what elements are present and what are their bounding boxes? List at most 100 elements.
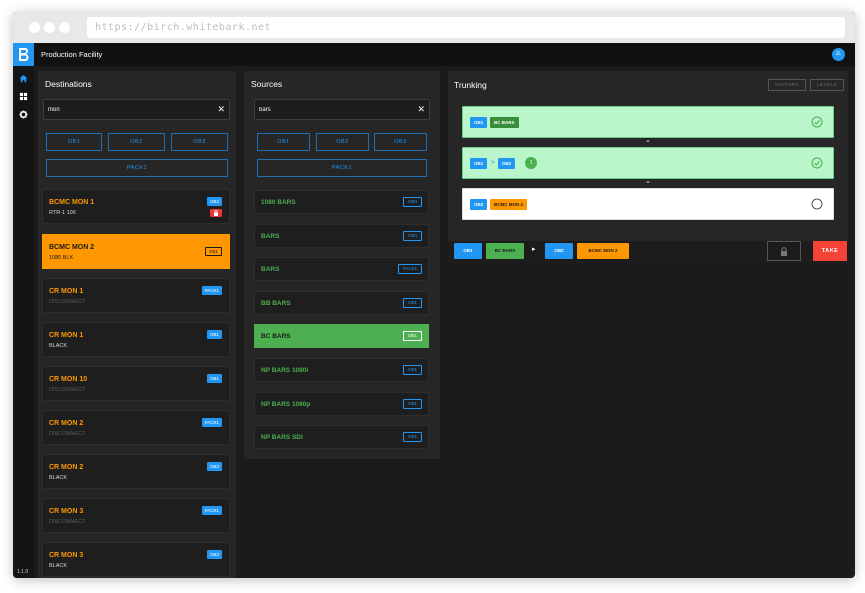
user-avatar[interactable]: JL xyxy=(832,48,845,61)
levels-button[interactable]: LEVELS xyxy=(810,79,844,91)
destination-name: CR MON 10 xyxy=(49,376,88,383)
destinations-clear-icon[interactable]: ✕ xyxy=(217,103,225,115)
destination-group-badge: OB2 xyxy=(206,197,222,206)
destination-source: DISCONNECT xyxy=(49,431,86,437)
window-dot-minimize[interactable] xyxy=(44,22,55,33)
window-dot-close[interactable] xyxy=(29,22,40,33)
destination-source: 1080 BLK xyxy=(49,255,74,261)
trunk-hop-2-to: OB2 xyxy=(498,158,516,169)
destinations-filter-pack1[interactable]: PACK1 xyxy=(46,159,228,177)
destination-source: BLACK xyxy=(49,563,68,569)
route-summary-bar: OB1 BC BARS ▸ OB2 BCMC MON 2 TAKE xyxy=(448,241,848,265)
trunk-hop-1[interactable]: OB1 BC BARS xyxy=(462,106,834,138)
source-item[interactable]: 1080 BARS OB3 xyxy=(254,190,429,214)
trunk-hop-2-from: OB1 xyxy=(470,158,488,169)
sources-filter-pack1[interactable]: PACK1 xyxy=(257,159,427,177)
trunking-panel: Trunking HISTORY LEVELS OB1 BC BARS ⌄ OB… xyxy=(448,71,848,265)
trunking-title: Trunking xyxy=(454,80,487,90)
destination-name: BCMC MON 1 xyxy=(49,199,95,206)
home-icon[interactable] xyxy=(19,74,28,83)
source-name: BC BARS xyxy=(261,333,291,341)
gear-icon[interactable] xyxy=(19,110,28,119)
destination-item[interactable]: CR MON 10 DISCONNECT OB1 xyxy=(42,366,230,401)
route-destination-group: OB2 xyxy=(545,243,573,259)
source-item[interactable]: NP BARS 1080p OB1 xyxy=(254,391,429,416)
lock-icon xyxy=(781,246,787,256)
source-name: NP BARS SDI xyxy=(261,434,303,442)
app-header: Production Facility JL xyxy=(13,43,855,66)
trunk-hop-1-source: BC BARS xyxy=(490,117,519,128)
destinations-panel: Destinations ✕ OB1 OB2 OB3 PACK1 BCMC MO… xyxy=(38,71,236,578)
destinations-filter-ob1[interactable]: OB1 xyxy=(46,133,102,151)
destination-group-badge: PACK1 xyxy=(201,286,222,295)
destination-name: CR MON 3 xyxy=(49,552,84,559)
route-destination-name: BCMC MON 2 xyxy=(577,243,629,259)
source-group-badge: PACK1 xyxy=(397,264,422,275)
app-title: Production Facility xyxy=(41,50,103,59)
source-item[interactable]: BC BARS OB1 xyxy=(254,324,429,349)
source-item[interactable]: BARS PACK1 xyxy=(254,257,429,282)
trunk-hop-2[interactable]: OB1 > OB2 1 xyxy=(462,147,834,179)
browser-chrome: https://birch.whitebark.net xyxy=(13,12,855,43)
source-item[interactable]: NP BARS 1080i OB1 xyxy=(254,358,429,382)
app-logo-icon[interactable] xyxy=(13,43,34,66)
destination-item[interactable]: CR MON 3 DISCONNECT PACK1 xyxy=(42,498,230,533)
destination-name: CR MON 2 xyxy=(49,420,84,427)
destination-item[interactable]: CR MON 3 BLACK OB2 xyxy=(42,542,230,577)
destinations-filter-ob3[interactable]: OB3 xyxy=(171,133,228,151)
sources-search-input[interactable] xyxy=(259,100,407,119)
destination-source: DISCONNECT xyxy=(49,519,86,525)
destinations-filter-ob2[interactable]: OB2 xyxy=(108,133,165,151)
source-group-badge: OB1 xyxy=(402,297,422,308)
destination-name: BCMC MON 2 xyxy=(49,244,95,251)
destination-item[interactable]: CR MON 1 DISCONNECT PACK1 xyxy=(42,278,230,313)
check-circle-icon xyxy=(811,157,823,169)
trunk-hop-1-group: OB1 xyxy=(470,117,488,128)
chevron-down-icon: ⌄ xyxy=(645,178,651,185)
sources-filter-ob3[interactable]: OB3 xyxy=(374,133,427,151)
lock-icon xyxy=(210,209,222,217)
destinations-search: ✕ xyxy=(43,99,230,120)
destination-group-badge: OB1 xyxy=(206,374,222,383)
destination-item[interactable]: CR MON 2 DISCONNECT PACK1 xyxy=(42,410,230,445)
trunk-hop-3-group: OB2 xyxy=(470,199,488,210)
destination-name: CR MON 1 xyxy=(49,288,84,295)
sources-filter-ob2[interactable]: OB2 xyxy=(316,133,369,151)
destination-item[interactable]: CR MON 2 BLACK OB2 xyxy=(42,454,230,489)
destination-item[interactable]: CR MON 1 BLACK OB1 xyxy=(42,322,230,357)
sources-clear-icon[interactable]: ✕ xyxy=(417,103,425,115)
destination-group-badge: OB2 xyxy=(206,550,222,559)
destinations-search-input[interactable] xyxy=(48,100,206,119)
source-item[interactable]: NP BARS SDI OB1 xyxy=(254,425,429,450)
destination-group-badge: OB1 xyxy=(204,247,222,256)
destination-source: DISCONNECT xyxy=(49,387,86,393)
grid-icon[interactable] xyxy=(19,92,28,101)
trunk-hop-3-destination: BCMC MON 2 xyxy=(490,199,527,210)
history-button[interactable]: HISTORY xyxy=(768,79,806,91)
source-name: NP BARS 1080p xyxy=(261,400,311,408)
destination-group-badge: OB1 xyxy=(206,330,222,339)
source-group-badge: OB1 xyxy=(402,398,422,409)
destination-group-badge: OB2 xyxy=(206,462,222,471)
address-bar[interactable]: https://birch.whitebark.net xyxy=(87,17,845,38)
source-item[interactable]: BB BARS OB1 xyxy=(254,290,429,315)
sources-filter-ob1[interactable]: OB1 xyxy=(257,133,310,151)
empty-circle-icon xyxy=(811,198,823,210)
source-item[interactable]: BARS OB3 xyxy=(254,223,429,248)
route-arrow-icon: ▸ xyxy=(532,246,536,253)
route-source-name: BC BARS xyxy=(486,243,524,259)
source-name: 1080 BARS xyxy=(261,199,296,206)
destination-source: BLACK xyxy=(49,475,68,481)
route-source-group: OB1 xyxy=(454,243,482,259)
trunk-hop-3[interactable]: OB2 BCMC MON 2 xyxy=(462,188,834,220)
lock-button[interactable] xyxy=(767,241,801,261)
take-button[interactable]: TAKE xyxy=(813,241,847,261)
destination-item[interactable]: BCMC MON 1 RTR-1 106 OB2 xyxy=(42,189,230,224)
destination-source: DISCONNECT xyxy=(49,299,86,305)
destination-name: CR MON 3 xyxy=(49,508,84,515)
source-name: NP BARS 1080i xyxy=(261,367,309,374)
sources-search: ✕ xyxy=(254,99,430,120)
destination-item[interactable]: BCMC MON 2 1080 BLK OB1 xyxy=(42,234,230,269)
window-dot-maximize[interactable] xyxy=(59,22,70,33)
nav-rail: 1.1.0 xyxy=(13,66,34,578)
